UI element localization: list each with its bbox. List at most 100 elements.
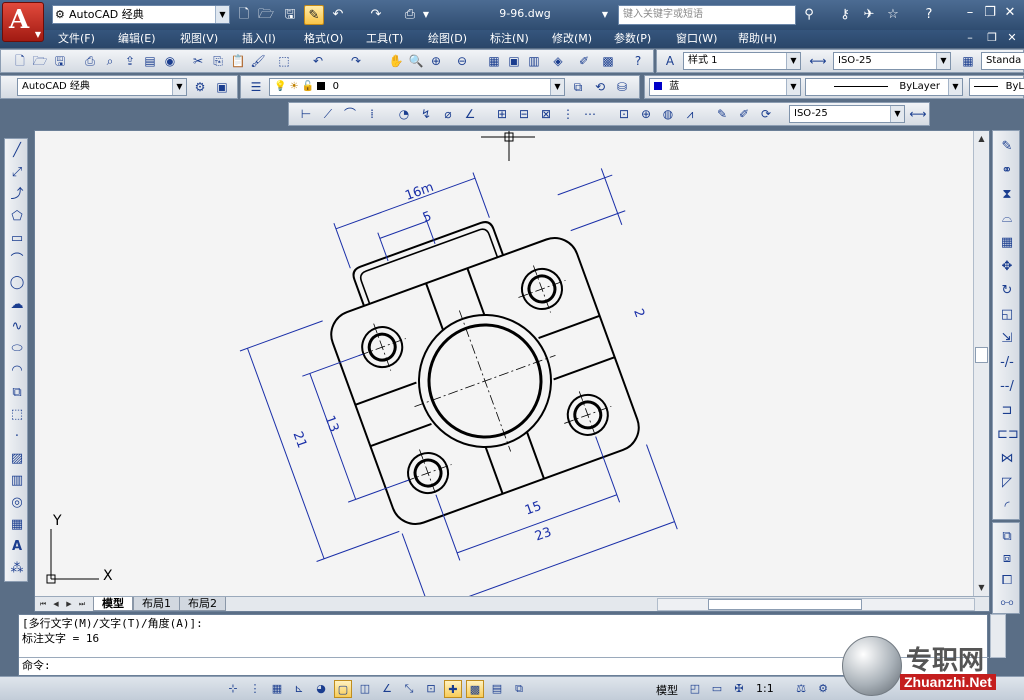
join-icon[interactable]: ⋈ — [997, 449, 1017, 469]
zoom-window-icon[interactable]: ⊕ — [427, 52, 445, 70]
table-style-icon[interactable]: ▦ — [959, 52, 977, 70]
object-snap-tracking-icon[interactable]: ∠ — [378, 680, 396, 698]
gradient-icon[interactable]: ▥ — [7, 471, 27, 491]
restore-button[interactable]: ❐ — [980, 5, 1000, 23]
trim-icon[interactable]: -/- — [997, 353, 1017, 373]
scale-icon[interactable]: ◱ — [997, 305, 1017, 325]
rectangle-icon[interactable]: ▭ — [7, 229, 27, 249]
lineweight-select[interactable]: ByL — [969, 78, 1024, 96]
bring-to-front-icon[interactable]: ⧉ — [997, 527, 1017, 547]
open-folder-icon[interactable]: 🗁 — [256, 5, 276, 25]
doc-minimize-button[interactable]: – — [962, 31, 978, 44]
redo-icon[interactable]: ↷ — [347, 52, 365, 70]
dimension-style-select[interactable]: ISO-25 ▼ — [789, 105, 905, 123]
paste-icon[interactable]: 📋 — [229, 52, 247, 70]
dim-style-select[interactable]: ISO-25 ▼ — [833, 52, 951, 70]
quick-access-dropdown-icon[interactable]: ▼ — [420, 5, 432, 25]
quick-view-drawings-icon[interactable]: ▭ — [708, 680, 726, 698]
layer-select[interactable]: 💡 ☀ 🔓 0 ▼ — [269, 78, 565, 96]
drawing-area[interactable]: 16m 5 2 21 13 15 23 Y X ▲ ▼ ⏮ ◀ ▶ ⏭ 模型 布… — [34, 130, 990, 612]
undo-icon[interactable]: ↶ — [309, 52, 327, 70]
redo-icon[interactable]: ↷ — [366, 5, 386, 25]
zoom-realtime-icon[interactable]: 🔍 — [407, 52, 425, 70]
save-icon[interactable]: 🖫 — [51, 52, 69, 70]
mirror-icon[interactable]: ⧗ — [997, 185, 1017, 205]
markup-icon[interactable]: ✐ — [575, 52, 593, 70]
circle-icon[interactable]: ◯ — [7, 273, 27, 293]
first-tab-icon[interactable]: ⏮ — [37, 598, 49, 610]
copy-icon[interactable]: ⎘ — [209, 52, 227, 70]
transparency-icon[interactable]: ▩ — [466, 680, 484, 698]
extend-icon[interactable]: --/ — [997, 377, 1017, 397]
menu-tools[interactable]: 工具(T) — [366, 31, 403, 47]
quick-view-layouts-icon[interactable]: ◰ — [686, 680, 704, 698]
design-center-icon[interactable]: ▣ — [505, 52, 523, 70]
print-icon[interactable]: ⎙ — [400, 5, 420, 25]
menu-insert[interactable]: 插入(I) — [242, 31, 276, 47]
dimension-style-manager-icon[interactable]: ⟷ — [909, 105, 927, 123]
scroll-up-icon[interactable]: ▲ — [974, 131, 989, 146]
menu-modify[interactable]: 修改(M) — [552, 31, 592, 47]
3d-print-icon[interactable]: ▤ — [141, 52, 159, 70]
baseline-icon[interactable]: ⊟ — [515, 105, 533, 123]
new-file-icon[interactable]: 🗋 — [234, 5, 254, 25]
vertical-scrollbar[interactable]: ▲ ▼ — [973, 131, 989, 596]
infer-constraints-icon[interactable]: ⊹ — [224, 680, 242, 698]
star-icon[interactable]: ☆ — [884, 6, 902, 24]
horizontal-scroll-thumb[interactable] — [708, 599, 862, 610]
sheet-set-icon[interactable]: ◈ — [549, 52, 567, 70]
send-to-back-icon[interactable]: ⧈ — [997, 549, 1017, 569]
workspace-select[interactable]: AutoCAD 经典 ▼ — [17, 78, 187, 96]
dimension-text-edit-icon[interactable]: ✐ — [735, 105, 753, 123]
last-tab-icon[interactable]: ⏭ — [76, 598, 88, 610]
doc-close-button[interactable]: ✕ — [1004, 31, 1020, 44]
undo-icon[interactable]: ↶ — [328, 5, 348, 25]
region-icon[interactable]: ◎ — [7, 493, 27, 513]
text-style-select[interactable]: 样式 1 ▼ — [683, 52, 801, 70]
line-icon[interactable]: ╱ — [7, 141, 27, 161]
snap-mode-icon[interactable]: ⋮ — [246, 680, 264, 698]
inspection-icon[interactable]: ◍ — [659, 105, 677, 123]
chamfer-icon[interactable]: ◸ — [997, 473, 1017, 493]
model-space-label[interactable]: 模型 — [656, 682, 678, 698]
help-icon[interactable]: ? — [629, 52, 647, 70]
erase-icon[interactable]: ✎ — [997, 137, 1017, 157]
ellipse-arc-icon[interactable]: ◠ — [7, 361, 27, 381]
properties-icon[interactable]: ▦ — [485, 52, 503, 70]
dimension-break-icon[interactable]: ⋯ — [581, 105, 599, 123]
dimension-space-icon[interactable]: ⋮ — [559, 105, 577, 123]
offset-icon[interactable]: ⌓ — [997, 209, 1017, 229]
drawing-canvas[interactable]: 16m 5 2 21 13 15 23 Y X — [35, 131, 973, 596]
menu-draw[interactable]: 绘图(D) — [428, 31, 467, 47]
binoculars-icon[interactable]: ⚲ — [800, 6, 818, 24]
make-current-layer-icon[interactable]: ⧉ — [569, 78, 587, 96]
workspace-switching-icon[interactable]: ⚙ — [814, 680, 832, 698]
layer-properties-icon[interactable]: ☰ — [247, 78, 265, 96]
prev-tab-icon[interactable]: ◀ — [50, 598, 62, 610]
jogged-linear-icon[interactable]: ⩘ — [681, 105, 699, 123]
close-button[interactable]: ✕ — [1000, 5, 1020, 23]
arc-length-icon[interactable]: ⌒ — [341, 105, 359, 123]
polyline-icon[interactable]: ⤴ — [7, 185, 27, 205]
menu-help[interactable]: 帮助(H) — [738, 31, 777, 47]
vertical-scroll-thumb[interactable] — [975, 347, 988, 363]
jogged-icon[interactable]: ↯ — [417, 105, 435, 123]
selection-cycling-icon[interactable]: ⧉ — [510, 680, 528, 698]
make-block-icon[interactable]: ⬚ — [7, 405, 27, 425]
insert-block-icon[interactable]: ⧉ — [7, 383, 27, 403]
open-icon[interactable]: 🗁 — [31, 52, 49, 70]
diameter-icon[interactable]: ⌀ — [439, 105, 457, 123]
doc-restore-button[interactable]: ❐ — [984, 31, 1000, 44]
text-style-icon[interactable]: A — [661, 52, 679, 70]
horizontal-scrollbar[interactable] — [657, 598, 975, 611]
move-icon[interactable]: ✥ — [997, 257, 1017, 277]
workspace-settings-icon[interactable]: ⚙ — [191, 78, 209, 96]
layer-state-icon[interactable]: ⛁ — [613, 78, 631, 96]
ellipse-icon[interactable]: ⬭ — [7, 339, 27, 359]
construction-line-icon[interactable]: ⤢ — [7, 163, 27, 183]
hatch-icon[interactable]: ▨ — [7, 449, 27, 469]
menu-edit[interactable]: 编辑(E) — [118, 31, 156, 47]
menu-dimension[interactable]: 标注(N) — [490, 31, 529, 47]
minimize-button[interactable]: – — [960, 5, 980, 23]
menu-view[interactable]: 视图(V) — [180, 31, 218, 47]
